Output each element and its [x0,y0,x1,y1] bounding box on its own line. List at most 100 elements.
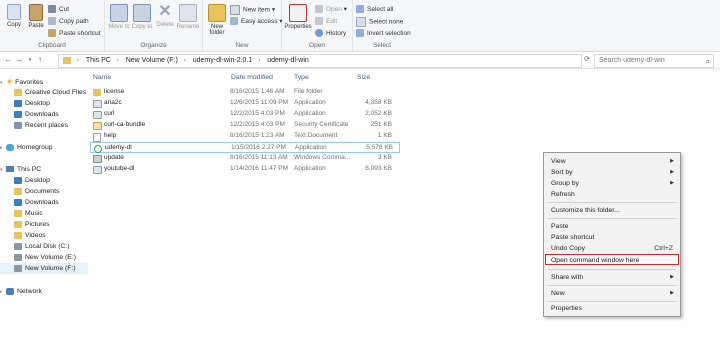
search-icon: ⌕ [705,57,710,66]
properties-button[interactable]: Properties [284,4,312,30]
new-folder-button[interactable]: New folder [205,4,229,36]
search-box[interactable]: ⌕ [594,54,714,68]
menu-item-new[interactable]: New ▶ [545,288,679,299]
breadcrumb-this-pc[interactable]: This PC [86,55,111,67]
chevron-right-icon: › [76,58,79,64]
recent-dropdown-icon[interactable]: ▾ [25,54,35,66]
cut-button[interactable]: Cut [48,5,69,15]
column-header-name[interactable]: Name [93,72,111,84]
text-file-icon [93,133,101,142]
menu-item-refresh[interactable]: Refresh [545,189,679,200]
certificate-icon [93,122,102,130]
copy-icon [7,4,21,20]
nav-desktop-favorite[interactable]: Desktop [0,98,102,109]
edit-icon [315,17,323,26]
chevron-right-icon[interactable]: › [117,58,119,64]
nav-new-volume-f[interactable]: New Volume (F:) [0,263,88,274]
file-row-curl[interactable]: curl 12/2/2015 4:03 PM Application 2,052… [90,109,400,120]
paste-shortcut-button[interactable]: Paste shortcut [48,29,101,39]
submenu-arrow-icon: ▶ [670,158,674,164]
delete-button[interactable]: ✕ Delete [153,4,177,29]
nav-downloads[interactable]: Downloads [0,197,102,208]
menu-item-group-by[interactable]: Group by ▶ [545,178,679,189]
file-row-youtube-dl[interactable]: youtube-dl 1/14/2016 11:47 PM Applicatio… [90,164,400,175]
nav-favorites[interactable]: ▾ ★ Favorites [0,76,88,87]
address-bar[interactable]: › This PC › New Volume (F:) › udemy-dl-w… [58,54,582,68]
chevron-right-icon[interactable]: › [184,58,186,64]
drive-icon [14,242,22,250]
nav-network[interactable]: ▸ Network [0,286,88,297]
file-row-udemy-dl[interactable]: udemy-dl 1/15/2016 2:27 PM Application 5… [90,142,400,153]
select-group-label: Select [372,42,392,49]
new-item-button[interactable]: New item ▾ [230,5,275,15]
move-to-button[interactable]: Move to [107,4,131,30]
drive-icon [14,264,22,272]
select-group: Select all Select none Invert selection … [353,0,411,51]
nav-desktop[interactable]: Desktop [0,175,102,186]
chevron-right-icon[interactable]: › [258,58,260,64]
back-arrow-icon[interactable]: ← [3,54,13,66]
menu-item-share-with[interactable]: Share with ▶ [545,272,679,283]
submenu-arrow-icon: ▶ [670,274,674,280]
menu-separator [548,218,676,219]
menu-item-view[interactable]: View ▶ [545,156,679,167]
downloads-icon [14,110,22,118]
nav-pictures[interactable]: Pictures [0,219,102,230]
column-header-date[interactable]: Date modified [231,72,273,84]
menu-item-open-command-window[interactable]: Open command window here [545,254,679,265]
file-row-help[interactable]: help 8/16/2015 1:23 AM Text Document 1 K… [90,131,400,142]
invert-selection-button[interactable]: Invert selection [356,29,411,39]
column-header-type[interactable]: Type [294,72,309,84]
file-row-curl-ca-bundle[interactable]: curl-ca-bundle 12/2/2015 4:03 PM Securit… [90,120,400,131]
nav-music[interactable]: Music [0,208,102,219]
breadcrumb-new-volume-f[interactable]: New Volume (F:) [126,55,178,67]
up-arrow-icon[interactable]: ↑ [35,54,45,66]
star-icon: ★ [6,77,14,86]
rename-button[interactable]: Rename [176,4,200,30]
menu-item-undo-copy[interactable]: Undo Copy Ctrl+Z [545,243,679,254]
menu-item-customize-folder[interactable]: Customize this folder... [545,205,679,216]
menu-item-paste-shortcut[interactable]: Paste shortcut [545,232,679,243]
folder-icon [63,56,71,64]
paste-button[interactable]: Paste [24,4,48,29]
select-all-button[interactable]: Select all [356,5,393,15]
forward-arrow-icon[interactable]: → [14,54,24,66]
search-input[interactable] [595,55,699,66]
nav-recent-places[interactable]: Recent places [0,120,102,131]
rename-icon [179,4,197,22]
breadcrumb-udemy-dl-win-2-0-1[interactable]: udemy-dl-win-2.0.1 [193,55,253,67]
new-item-icon [230,5,240,15]
nav-downloads-favorite[interactable]: Downloads [0,109,102,120]
copy-path-button[interactable]: Copy path [48,17,89,27]
drive-icon [14,253,22,261]
menu-item-properties[interactable]: Properties [545,303,679,314]
nav-new-volume-e[interactable]: New Volume (E:) [0,252,102,263]
nav-local-disk-c[interactable]: Local Disk (C:) [0,241,102,252]
folder-icon [208,4,226,22]
history-button[interactable]: History [315,29,346,39]
easy-access-button[interactable]: Easy access ▾ [230,17,283,27]
nav-videos[interactable]: Videos [0,230,102,241]
column-header-size[interactable]: Size [357,72,370,84]
downloads-icon [14,198,22,206]
open-group-label: Open [309,42,325,49]
homegroup-icon [6,143,14,151]
copy-button[interactable]: Copy [2,4,26,28]
open-button[interactable]: Open ▾ [315,5,347,15]
refresh-icon[interactable]: ⟳ [582,54,592,66]
copy-to-button[interactable]: Copy to [130,4,154,30]
nav-documents[interactable]: Documents [0,186,102,197]
breadcrumb-udemy-dl-win[interactable]: udemy-dl-win [267,55,309,67]
nav-this-pc[interactable]: ▾ This PC [0,164,88,175]
organize-group-label: Organize [140,42,167,49]
file-row-aria2c[interactable]: aria2c 12/6/2015 11:09 PM Application 4,… [90,98,400,109]
edit-button[interactable]: Edit [315,17,337,27]
select-none-button[interactable]: Select none [356,17,403,27]
file-row-license[interactable]: license 8/16/2015 1:46 AM File folder [90,87,400,98]
menu-item-sort-by[interactable]: Sort by ▶ [545,167,679,178]
nav-creative-cloud-files[interactable]: Creative Cloud Files [0,87,102,98]
file-row-update[interactable]: update 8/16/2015 11:13 AM Windows Comma.… [90,153,400,164]
nav-homegroup[interactable]: ▸ Homegroup [0,142,88,153]
menu-item-paste[interactable]: Paste [545,221,679,232]
clipboard-icon [29,4,43,21]
